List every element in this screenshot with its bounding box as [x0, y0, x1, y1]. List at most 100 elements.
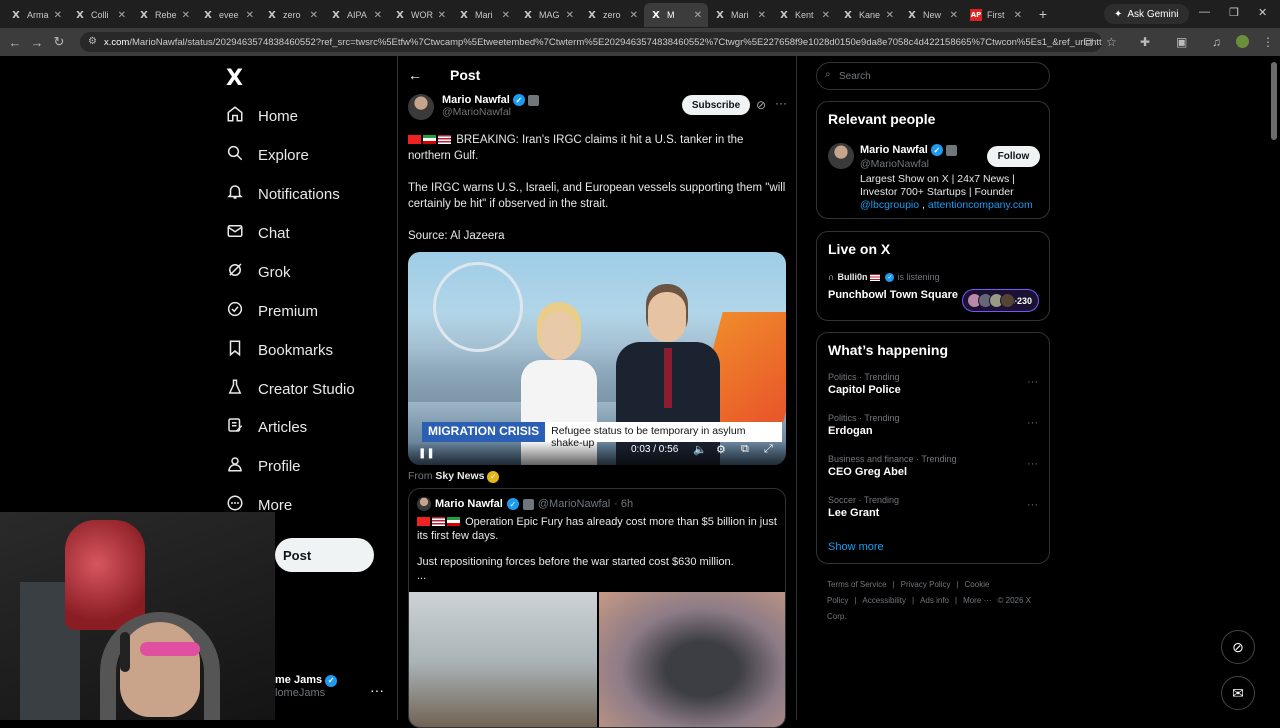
messages-fab-icon[interactable]: ✉ — [1221, 676, 1255, 710]
sidepanel-icon[interactable]: ▣ — [1176, 35, 1187, 49]
relevant-name-row[interactable]: Mario Nawfal ✓ — [860, 144, 957, 156]
follow-button[interactable]: Follow — [987, 146, 1040, 167]
footer-link[interactable]: Ads info — [920, 596, 949, 605]
browser-tab[interactable]: X AIPA ✕ — [324, 3, 388, 27]
bio-link-attention[interactable]: attentioncompany.com — [928, 199, 1033, 211]
footer-link[interactable]: Accessibility — [862, 596, 906, 605]
close-tab-icon[interactable]: ✕ — [246, 10, 254, 21]
close-tab-icon[interactable]: ✕ — [822, 10, 830, 21]
quoted-post[interactable]: Mario Nawfal ✓ @MarioNawfal · 6h Operati… — [408, 488, 786, 728]
close-tab-icon[interactable]: ✕ — [694, 10, 702, 21]
footer-link[interactable]: More ··· — [963, 596, 991, 605]
nav-item-creator-studio[interactable]: Creator Studio — [226, 378, 355, 400]
browser-tab[interactable]: X MAG ✕ — [516, 3, 580, 27]
close-window-icon[interactable]: ✕ — [1258, 6, 1267, 19]
close-tab-icon[interactable]: ✕ — [758, 10, 766, 21]
browser-tab[interactable]: X New ✕ — [900, 3, 964, 27]
subscribe-button[interactable]: Subscribe — [682, 95, 750, 115]
source-name[interactable]: Sky News — [435, 470, 484, 482]
avatar[interactable] — [828, 143, 854, 169]
profile-avatar-icon[interactable] — [1236, 35, 1249, 48]
trend-more-icon[interactable]: ··· — [1027, 417, 1038, 429]
new-tab-icon[interactable]: + — [1032, 3, 1054, 25]
scrollbar[interactable] — [1271, 62, 1277, 140]
browser-tab[interactable]: X Kane ✕ — [836, 3, 900, 27]
trend-item[interactable]: Soccer · Trending Lee Grant — [828, 495, 899, 519]
trend-item[interactable]: Politics · Trending Erdogan — [828, 413, 900, 437]
nav-item-bookmarks[interactable]: Bookmarks — [226, 339, 333, 361]
volume-icon[interactable]: 🔈 — [693, 443, 707, 456]
media-icon[interactable]: ♫ — [1212, 35, 1221, 49]
space-title[interactable]: Punchbowl Town Square — [828, 289, 958, 301]
close-tab-icon[interactable]: ✕ — [950, 10, 958, 21]
trend-item[interactable]: Politics · Trending Capitol Police — [828, 372, 901, 396]
nav-item-explore[interactable]: Explore — [226, 144, 309, 166]
fullscreen-icon[interactable]: ⤢ — [764, 443, 773, 456]
nav-item-premium[interactable]: Premium — [226, 300, 318, 322]
post-more-icon[interactable]: ··· — [775, 96, 787, 110]
close-tab-icon[interactable]: ✕ — [886, 10, 894, 21]
close-tab-icon[interactable]: ✕ — [630, 10, 638, 21]
ask-gemini-button[interactable]: ✦ Ask Gemini — [1104, 4, 1189, 24]
install-icon[interactable]: ⧉ — [1084, 35, 1093, 50]
close-tab-icon[interactable]: ✕ — [118, 10, 126, 21]
quote-image-smoke[interactable] — [599, 592, 785, 727]
nav-item-notifications[interactable]: Notifications — [226, 183, 340, 205]
browser-tab[interactable]: X WOR ✕ — [388, 3, 452, 27]
space-listeners-badge[interactable]: +230 — [962, 289, 1039, 312]
browser-tab[interactable]: X Arma ✕ — [4, 3, 68, 27]
extensions-icon[interactable]: ✚ — [1140, 35, 1150, 49]
relevant-handle[interactable]: @MarioNawfal — [860, 158, 929, 170]
nav-item-profile[interactable]: Profile — [226, 455, 301, 477]
nav-item-grok[interactable]: Grok — [226, 261, 291, 283]
browser-menu-icon[interactable]: ⋮ — [1262, 35, 1274, 49]
author-handle[interactable]: @MarioNawfal — [442, 106, 539, 118]
trend-item[interactable]: Business and finance · Trending CEO Greg … — [828, 454, 957, 478]
close-tab-icon[interactable]: ✕ — [182, 10, 190, 21]
minimize-icon[interactable]: — — [1199, 6, 1210, 18]
search-input[interactable]: ⌕ Search — [816, 62, 1050, 90]
close-tab-icon[interactable]: ✕ — [566, 10, 574, 21]
browser-tab[interactable]: X Kent ✕ — [772, 3, 836, 27]
account-more-icon[interactable]: ··· — [370, 682, 384, 698]
site-info-icon[interactable]: ⚙ — [88, 36, 97, 47]
bookmark-star-icon[interactable]: ☆ — [1106, 35, 1117, 49]
trend-more-icon[interactable]: ··· — [1027, 499, 1038, 511]
close-tab-icon[interactable]: ✕ — [1014, 10, 1022, 21]
reload-icon[interactable]: ↻ — [48, 34, 70, 50]
browser-tab[interactable]: Xevee ✕ — [196, 3, 260, 27]
back-arrow-icon[interactable]: ← — [408, 67, 422, 83]
close-tab-icon[interactable]: ✕ — [54, 10, 62, 21]
browser-tab[interactable]: Xzero ✕ — [260, 3, 324, 27]
forward-icon[interactable]: → — [26, 35, 48, 50]
avatar[interactable] — [408, 94, 434, 120]
bio-link-lbcgroup[interactable]: @lbcgroupio — [860, 199, 919, 211]
settings-icon[interactable]: ⚙ — [716, 443, 726, 456]
close-tab-icon[interactable]: ✕ — [502, 10, 510, 21]
browser-tab[interactable]: X M ✕ — [644, 3, 708, 27]
show-more-link[interactable]: Show more — [828, 541, 884, 553]
post-author[interactable]: Mario Nawfal ✓ @MarioNawfal — [408, 94, 539, 120]
footer-link[interactable]: Privacy Policy — [901, 580, 951, 589]
browser-tab[interactable]: X Mari ✕ — [708, 3, 772, 27]
pause-icon[interactable]: ❚❚ — [418, 448, 435, 459]
url-field[interactable]: ⚙ x.com/MarioNawfal/status/2029463574838… — [80, 32, 1102, 52]
author-name[interactable]: Mario Nawfal — [442, 94, 510, 106]
nav-item-home[interactable]: Home — [226, 105, 298, 127]
close-tab-icon[interactable]: ✕ — [438, 10, 446, 21]
pip-icon[interactable]: ⧉ — [741, 443, 749, 456]
close-tab-icon[interactable]: ✕ — [374, 10, 382, 21]
grok-fab-icon[interactable]: ⊘ — [1221, 630, 1255, 664]
post-button[interactable]: Post — [275, 538, 374, 572]
nav-item-articles[interactable]: Articles — [226, 416, 307, 438]
nav-item-chat[interactable]: Chat — [226, 222, 290, 244]
grok-icon[interactable]: ⊘ — [756, 98, 766, 112]
browser-tab[interactable]: X Colli ✕ — [68, 3, 132, 27]
account-switcher[interactable]: me Jams ✓ lomeJams — [275, 674, 338, 699]
browser-tab[interactable]: AP First ✕ — [964, 3, 1028, 27]
x-logo[interactable]: X — [226, 66, 243, 91]
close-tab-icon[interactable]: ✕ — [310, 10, 318, 21]
maximize-icon[interactable]: ❐ — [1229, 6, 1239, 19]
back-icon[interactable]: ← — [4, 35, 26, 50]
browser-tab[interactable]: X Mari ✕ — [452, 3, 516, 27]
